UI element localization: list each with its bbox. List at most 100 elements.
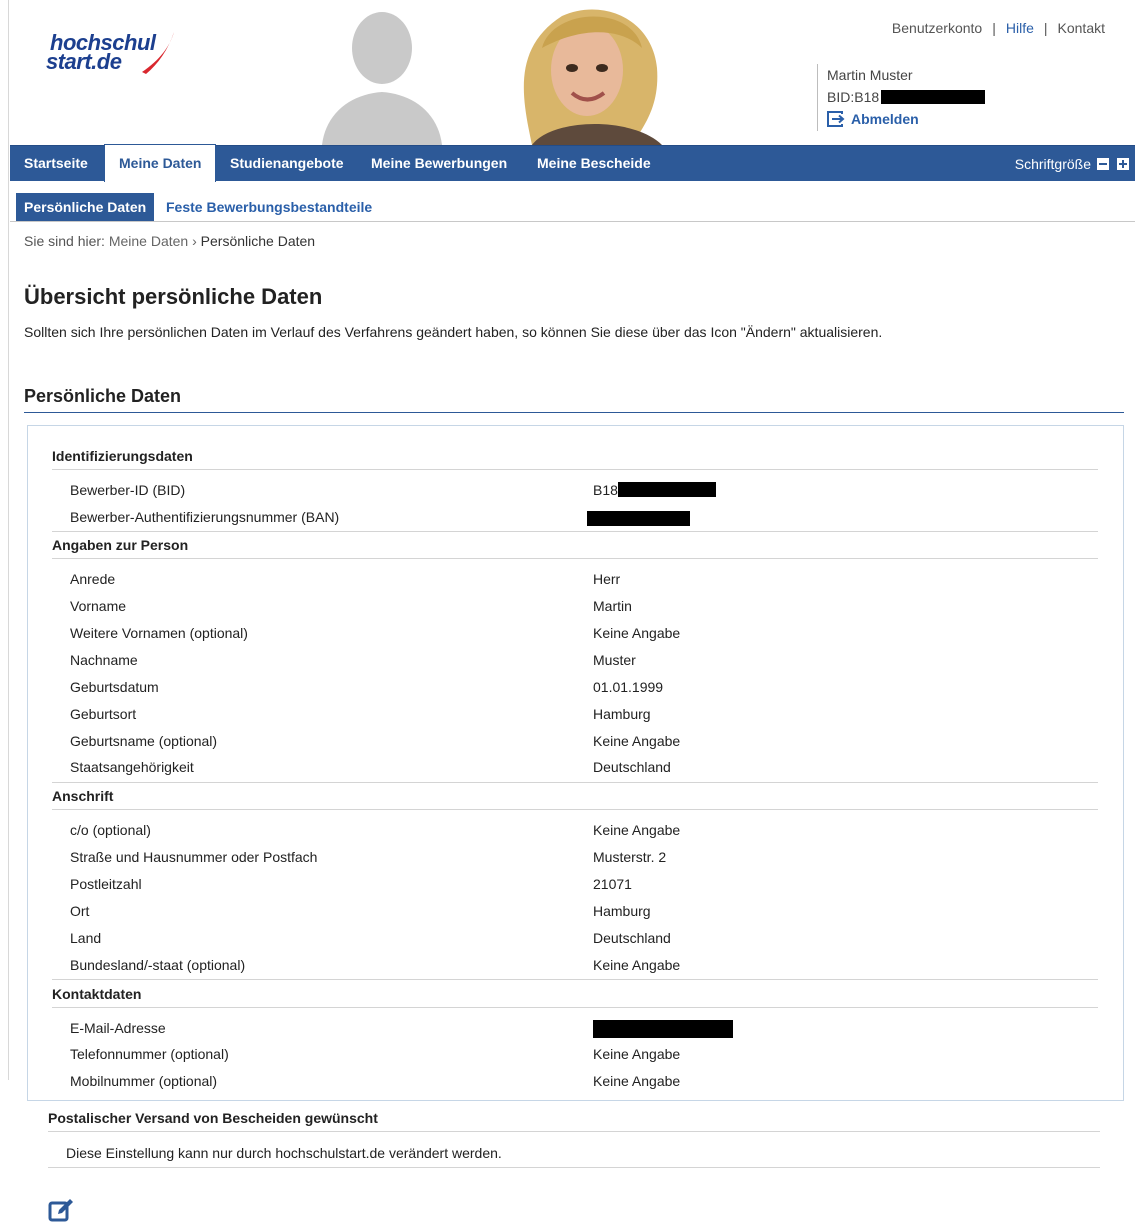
site-header: hochschul start.de Benutzerkonto | Hilfe… <box>0 0 1135 145</box>
row-label: c/o (optional) <box>70 822 151 838</box>
row-value: Keine Angabe <box>593 1073 681 1089</box>
row-label: Telefonnummer (optional) <box>70 1046 229 1062</box>
font-increase-icon[interactable] <box>1117 158 1129 170</box>
data-row: Bewerber-Authentifizierungsnummer (BAN) <box>70 509 1098 531</box>
row-label: Weitere Vornamen (optional) <box>70 625 248 641</box>
data-row: Telefonnummer (optional) Keine Angabe <box>70 1046 1098 1068</box>
row-label: Straße und Hausnummer oder Postfach <box>70 849 318 865</box>
data-row: Weitere Vornamen (optional) Keine Angabe <box>70 625 1098 647</box>
row-label: Postleitzahl <box>70 876 142 892</box>
data-row: Mobilnummer (optional) Keine Angabe <box>70 1073 1098 1095</box>
breadcrumb-prefix: Sie sind hier: <box>24 233 105 249</box>
font-size-label: Schriftgröße <box>1014 156 1091 172</box>
top-links: Benutzerkonto | Hilfe | Kontakt <box>892 20 1105 36</box>
group-heading: Identifizierungsdaten <box>52 448 1098 470</box>
row-label: Geburtsort <box>70 706 137 722</box>
row-value: Keine Angabe <box>593 822 681 838</box>
data-row: Ort Hamburg <box>70 903 1098 925</box>
sub-navigation: Persönliche Daten Feste Bewerbungsbestan… <box>10 181 1135 222</box>
row-label: Bewerber-ID (BID) <box>70 482 186 498</box>
subnav-feste-bewerbungsbestandteile[interactable]: Feste Bewerbungsbestandteile <box>158 193 380 221</box>
postal-heading: Postalischer Versand von Bescheiden gewü… <box>48 1110 1100 1132</box>
nav-startseite[interactable]: Startseite <box>10 146 102 182</box>
breadcrumb-separator: › <box>192 233 197 249</box>
data-row: E-Mail-Adresse <box>70 1020 1098 1042</box>
group-heading: Angaben zur Person <box>52 537 1098 559</box>
row-label: Geburtsdatum <box>70 679 159 695</box>
row-value: Deutschland <box>593 759 671 775</box>
row-value: Musterstr. 2 <box>593 849 667 865</box>
redaction-bar <box>593 1020 733 1038</box>
nav-meine-daten[interactable]: Meine Daten <box>104 144 217 182</box>
breadcrumb: Sie sind hier: Meine Daten › Persönliche… <box>24 233 315 249</box>
link-separator: | <box>992 20 996 36</box>
redaction-bar <box>881 90 986 104</box>
row-label: E-Mail-Adresse <box>70 1020 166 1036</box>
breadcrumb-current: Persönliche Daten <box>200 233 316 249</box>
data-row: Anrede Herr <box>70 571 1098 593</box>
user-bid-text: BID:B18 <box>827 89 880 105</box>
help-link[interactable]: Hilfe <box>1006 20 1034 36</box>
row-value: Hamburg <box>593 903 651 919</box>
row-value: Martin <box>593 598 632 614</box>
page-title: Übersicht persönliche Daten <box>24 284 323 309</box>
logout-button[interactable]: Abmelden <box>827 108 985 130</box>
row-label: Ort <box>70 903 90 919</box>
account-link[interactable]: Benutzerkonto <box>892 20 982 36</box>
row-value: B18 <box>593 482 716 498</box>
row-label: Mobilnummer (optional) <box>70 1073 218 1089</box>
row-label: Vorname <box>70 598 127 614</box>
redaction-bar <box>617 482 716 497</box>
breadcrumb-parent[interactable]: Meine Daten <box>109 233 188 249</box>
row-label: Land <box>70 930 102 946</box>
row-value-text: B18 <box>593 482 618 498</box>
main-navigation: Startseite Meine Daten Studienangebote M… <box>10 144 1135 182</box>
logout-label: Abmelden <box>851 111 919 127</box>
row-value: 01.01.1999 <box>593 679 664 695</box>
row-value <box>587 511 690 529</box>
data-row: Geburtsdatum 01.01.1999 <box>70 679 1098 701</box>
section-title: Persönliche Daten <box>24 386 1124 413</box>
user-name: Martin Muster <box>827 67 913 83</box>
row-value: Keine Angabe <box>593 1046 681 1062</box>
row-label: Staatsangehörigkeit <box>70 759 194 775</box>
nav-meine-bescheide[interactable]: Meine Bescheide <box>523 146 665 182</box>
group-divider <box>52 531 1098 532</box>
nav-studienangebote[interactable]: Studienangebote <box>216 146 358 182</box>
data-row: Geburtsort Hamburg <box>70 706 1098 728</box>
row-label: Anrede <box>70 571 116 587</box>
row-value: Deutschland <box>593 930 671 946</box>
postal-text: Diese Einstellung kann nur durch hochsch… <box>66 1145 502 1161</box>
logo-line2: start.de <box>46 49 122 74</box>
data-row: c/o (optional) Keine Angabe <box>70 822 1098 844</box>
data-row: Bundesland/-staat (optional) Keine Angab… <box>70 957 1098 979</box>
row-value: Muster <box>593 652 636 668</box>
row-value: 21071 <box>593 876 632 892</box>
contact-link[interactable]: Kontakt <box>1058 20 1105 36</box>
nav-meine-bewerbungen[interactable]: Meine Bewerbungen <box>357 146 521 182</box>
data-row: Straße und Hausnummer oder Postfach Must… <box>70 849 1098 871</box>
data-row: Bewerber-ID (BID) B18 <box>70 482 1098 504</box>
edit-icon <box>48 1199 73 1222</box>
group-divider <box>52 782 1098 783</box>
logout-icon <box>827 111 845 127</box>
link-separator: | <box>1043 20 1048 36</box>
data-row: Geburtsname (optional) Keine Angabe <box>70 733 1098 755</box>
postal-divider <box>48 1167 1100 1168</box>
row-label: Bundesland/-staat (optional) <box>70 957 246 973</box>
row-value: Herr <box>593 571 621 587</box>
group-heading: Kontaktdaten <box>52 986 1098 1008</box>
row-label: Bewerber-Authentifizierungsnummer (BAN) <box>70 509 340 525</box>
data-row: Vorname Martin <box>70 598 1098 620</box>
group-heading: Anschrift <box>52 788 1098 810</box>
edit-button[interactable] <box>48 1196 76 1224</box>
data-row: Postleitzahl 21071 <box>70 876 1098 898</box>
row-value <box>593 1020 733 1041</box>
hochschulstart-logo[interactable]: hochschul start.de <box>46 26 186 78</box>
font-decrease-icon[interactable] <box>1097 158 1109 170</box>
header-photo <box>322 8 694 145</box>
redaction-bar <box>587 511 690 526</box>
page-frame-line <box>8 0 9 1080</box>
personal-data-panel: Identifizierungsdaten Bewerber-ID (BID) … <box>27 425 1124 1101</box>
subnav-persoenliche-daten[interactable]: Persönliche Daten <box>16 193 155 221</box>
